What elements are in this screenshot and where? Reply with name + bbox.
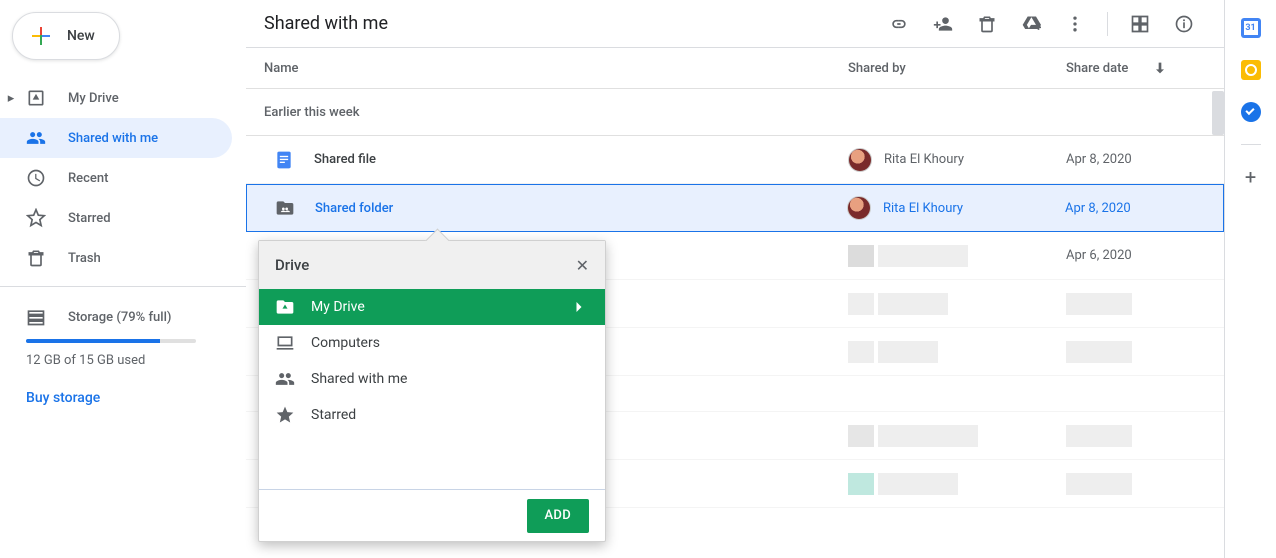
picker-item-label: Shared with me	[311, 371, 407, 387]
nav-starred[interactable]: Starred	[0, 198, 232, 238]
get-link-button[interactable]	[879, 4, 919, 44]
docs-icon	[274, 150, 294, 170]
more-vert-icon	[1065, 14, 1085, 34]
column-shared-by[interactable]: Shared by	[848, 61, 1066, 76]
storage-label: Storage (79% full)	[68, 310, 171, 325]
file-row-selected[interactable]: Shared folder Rita El Khoury Apr 8, 2020	[246, 184, 1224, 232]
page-title: Shared with me	[264, 13, 879, 34]
people-icon	[26, 128, 46, 148]
column-header-row: Name Shared by Share date	[246, 48, 1224, 88]
calendar-app-icon[interactable]: 31	[1241, 18, 1261, 38]
nav-my-drive[interactable]: ▸ My Drive	[0, 78, 232, 118]
details-button[interactable]	[1164, 4, 1204, 44]
link-icon	[889, 14, 909, 34]
column-share-date[interactable]: Share date	[1066, 60, 1206, 76]
picker-item-computers[interactable]: Computers	[259, 325, 605, 361]
add-to-drive-button[interactable]	[1011, 4, 1051, 44]
sidebar: New ▸ My Drive Shared with me Recent Sta…	[0, 0, 246, 558]
picker-item-label: Starred	[311, 407, 356, 423]
divider	[1241, 144, 1261, 145]
folder-drive-icon	[275, 297, 295, 317]
header-action-icons	[879, 4, 1204, 44]
picker-item-label: My Drive	[311, 299, 365, 315]
buy-storage-link[interactable]: Buy storage	[26, 390, 100, 406]
view-toggle-button[interactable]	[1120, 4, 1160, 44]
picker-item-my-drive[interactable]: My Drive	[259, 289, 605, 325]
nav-label: Trash	[68, 251, 101, 266]
storage-row[interactable]: Storage (79% full)	[26, 301, 246, 333]
column-share-date-label: Share date	[1066, 61, 1128, 76]
new-button[interactable]: New	[12, 12, 120, 60]
share-date: Apr 8, 2020	[1066, 152, 1206, 167]
avatar	[847, 196, 871, 220]
more-actions-button[interactable]	[1055, 4, 1095, 44]
remove-button[interactable]	[967, 4, 1007, 44]
tasks-app-icon[interactable]	[1241, 102, 1261, 122]
right-rail: 31 +	[1224, 0, 1276, 558]
person-add-icon	[933, 14, 953, 34]
nav-label: Starred	[68, 211, 111, 226]
nav-label: Shared with me	[68, 131, 158, 146]
nav-label: My Drive	[68, 91, 119, 106]
storage-bar	[26, 339, 196, 343]
nav-trash[interactable]: Trash	[0, 238, 232, 278]
add-apps-button[interactable]: +	[1245, 167, 1256, 187]
new-button-label: New	[67, 28, 95, 44]
file-name: Shared file	[314, 152, 376, 167]
file-name: Shared folder	[315, 201, 393, 216]
shared-by-name: Rita El Khoury	[883, 201, 963, 216]
avatar	[848, 148, 872, 172]
plus-icon	[29, 24, 53, 48]
file-row[interactable]: Shared file Rita El Khoury Apr 8, 2020	[246, 136, 1224, 184]
people-icon	[275, 369, 295, 389]
grid-view-icon	[1130, 14, 1150, 34]
share-date: Apr 8, 2020	[1065, 201, 1205, 216]
storage-used-text: 12 GB of 15 GB used	[26, 353, 246, 368]
picker-item-label: Computers	[311, 335, 380, 351]
divider	[0, 286, 246, 287]
trash-icon	[977, 14, 997, 34]
nav: ▸ My Drive Shared with me Recent Starred…	[0, 78, 246, 278]
trash-icon	[26, 248, 46, 268]
close-button[interactable]: ✕	[576, 256, 589, 275]
expand-caret-icon[interactable]: ▸	[6, 91, 16, 106]
chevron-right-icon	[569, 297, 589, 317]
group-header: Earlier this week	[246, 88, 1224, 136]
drive-add-icon	[1021, 14, 1041, 34]
nav-label: Recent	[68, 171, 108, 186]
clock-icon	[26, 168, 46, 188]
shared-by-name: Rita El Khoury	[884, 152, 964, 167]
shared-folder-icon	[275, 198, 295, 218]
share-button[interactable]	[923, 4, 963, 44]
sort-arrow-down-icon	[1152, 60, 1168, 76]
star-icon	[275, 405, 295, 425]
share-date: Apr 6, 2020	[1066, 248, 1132, 263]
group-header-label: Earlier this week	[264, 105, 360, 120]
picker-header: Drive ✕	[259, 241, 605, 289]
drive-icon	[26, 88, 46, 108]
storage-icon	[26, 307, 46, 327]
nav-shared-with-me[interactable]: Shared with me	[0, 118, 232, 158]
add-button[interactable]: ADD	[527, 499, 590, 533]
add-to-drive-picker: Drive ✕ My Drive Computers Shared with m…	[258, 240, 606, 542]
star-icon	[26, 208, 46, 228]
picker-footer: ADD	[259, 489, 605, 541]
info-icon	[1174, 14, 1194, 34]
picker-title: Drive	[275, 256, 309, 274]
picker-item-starred[interactable]: Starred	[259, 397, 605, 433]
column-name[interactable]: Name	[264, 61, 848, 76]
main-header: Shared with me	[246, 0, 1224, 48]
divider	[1107, 12, 1108, 36]
computers-icon	[275, 333, 295, 353]
picker-item-shared-with-me[interactable]: Shared with me	[259, 361, 605, 397]
storage-block: Storage (79% full) 12 GB of 15 GB used B…	[0, 295, 246, 406]
nav-recent[interactable]: Recent	[0, 158, 232, 198]
keep-app-icon[interactable]	[1241, 60, 1261, 80]
scrollbar-thumb[interactable]	[1212, 91, 1224, 135]
